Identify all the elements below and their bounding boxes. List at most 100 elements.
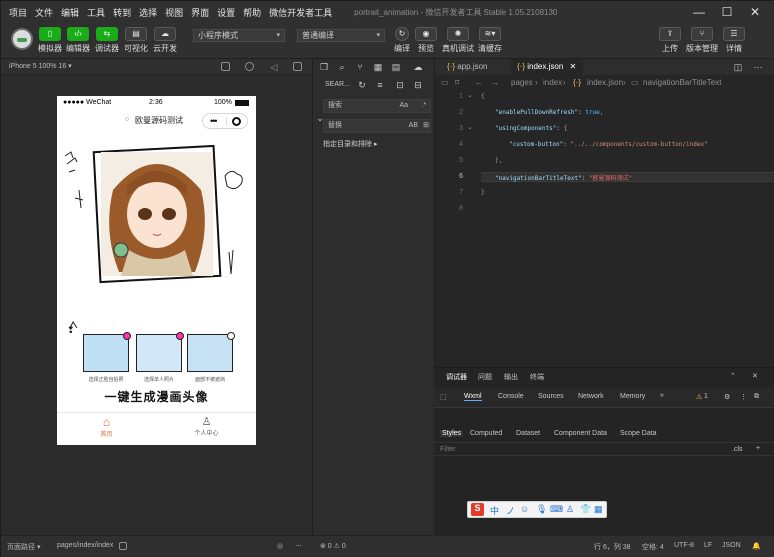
emoji-icon[interactable]: ☺ bbox=[520, 504, 529, 514]
more-tabs-icon[interactable]: » bbox=[660, 392, 664, 399]
tab-profile[interactable]: ♙ 个人中心 bbox=[157, 415, 256, 437]
user-icon[interactable]: ♙ bbox=[566, 504, 574, 515]
tab-problems[interactable]: 问题 bbox=[478, 372, 492, 382]
collapse-icon[interactable]: ⊟ bbox=[413, 80, 423, 90]
keyboard-icon[interactable]: ⌨ bbox=[550, 504, 563, 515]
sample-photo-3[interactable] bbox=[187, 332, 235, 372]
add-style-button[interactable]: + bbox=[756, 445, 760, 452]
menu-interface[interactable]: 界面 bbox=[191, 6, 209, 19]
close-icon[interactable]: ✕ bbox=[570, 62, 577, 71]
exit-icon[interactable] bbox=[232, 117, 241, 126]
volume-icon[interactable]: ◁ bbox=[269, 62, 279, 72]
tab-terminal[interactable]: 终端 bbox=[530, 372, 544, 382]
back-arrow-icon[interactable]: ← bbox=[475, 75, 483, 91]
menu-project[interactable]: 项目 bbox=[9, 6, 27, 19]
new-search-icon[interactable]: ⊡ bbox=[395, 80, 405, 90]
cloud-dev-button[interactable]: ☁ 云开发 bbox=[152, 27, 178, 57]
cloud-icon[interactable]: ☁ bbox=[413, 62, 423, 72]
more-icon[interactable]: ⋯ bbox=[295, 542, 302, 550]
copy-icon[interactable] bbox=[119, 542, 127, 550]
more-icon[interactable]: ⋯ bbox=[753, 62, 763, 72]
replace-input[interactable]: 替换 AB ⊞ bbox=[323, 119, 431, 133]
replace-all-icon[interactable]: ⊞ bbox=[423, 120, 429, 132]
clear-cache-button[interactable]: ≋▾ 清缓存 bbox=[477, 27, 503, 57]
generate-title[interactable]: 一键生成漫画头像 bbox=[57, 388, 256, 405]
more-icon[interactable]: ⋮ bbox=[740, 393, 747, 401]
source-control-icon[interactable]: ⑂ bbox=[355, 62, 365, 72]
search-icon[interactable]: ⌕ bbox=[337, 62, 347, 72]
regex-icon[interactable]: .* bbox=[421, 100, 426, 112]
record-icon[interactable] bbox=[245, 62, 254, 71]
maximize-icon[interactable]: ☐ bbox=[713, 3, 741, 21]
tab-output[interactable]: 输出 bbox=[504, 372, 518, 382]
problems-count[interactable]: ⊗ 0 ⚠ 0 bbox=[320, 542, 346, 550]
extensions-icon[interactable]: ▦ bbox=[373, 62, 383, 72]
menu-edit[interactable]: 编辑 bbox=[61, 6, 79, 19]
refresh-icon[interactable]: ↻ bbox=[357, 80, 367, 90]
fold-icon[interactable]: ⌄ bbox=[467, 91, 473, 99]
dock-icon[interactable]: ⧉ bbox=[754, 393, 759, 401]
breadcrumb-item[interactable]: index.json bbox=[587, 75, 623, 91]
tab-scope-data[interactable]: Scope Data bbox=[620, 430, 657, 437]
tab-memory[interactable]: Memory bbox=[620, 393, 645, 400]
breadcrumb-item[interactable]: index bbox=[543, 75, 562, 91]
breadcrumb-item[interactable]: navigationBarTitleText bbox=[643, 75, 721, 91]
close-icon[interactable] bbox=[227, 332, 235, 340]
cursor-position[interactable]: 行 6，列 38 bbox=[594, 542, 631, 552]
clear-results-icon[interactable]: ≡ bbox=[375, 80, 385, 90]
details-button[interactable]: ☰ 详情 bbox=[721, 27, 747, 57]
tab-sources[interactable]: Sources bbox=[538, 393, 564, 400]
bell-icon[interactable]: 🔔 bbox=[752, 542, 761, 550]
skin-icon[interactable]: 👕 bbox=[580, 504, 591, 515]
close-icon[interactable]: ✕ bbox=[752, 372, 758, 380]
close-icon[interactable] bbox=[176, 332, 184, 340]
preserve-case-toggle[interactable]: AB bbox=[409, 120, 418, 132]
chevron-up-icon[interactable]: ⌃ bbox=[730, 372, 736, 380]
phone-frame-icon[interactable] bbox=[221, 62, 230, 71]
eye-icon[interactable]: ◎ bbox=[277, 542, 283, 550]
encoding[interactable]: UTF-8 bbox=[674, 542, 694, 549]
avatar[interactable] bbox=[11, 28, 33, 50]
tab-component-data[interactable]: Component Data bbox=[554, 430, 607, 437]
files-icon[interactable]: ❐ bbox=[319, 62, 329, 72]
bookmark-icon[interactable]: ⌑ bbox=[455, 75, 459, 91]
ime-mode[interactable]: 中 bbox=[490, 504, 499, 517]
more-icon[interactable]: ••• bbox=[210, 116, 218, 126]
popout-icon[interactable] bbox=[293, 62, 302, 71]
language-mode[interactable]: JSON bbox=[722, 542, 741, 549]
toolbox-icon[interactable]: ▦ bbox=[594, 504, 603, 515]
file-icon[interactable]: ▭ bbox=[441, 75, 449, 91]
gear-icon[interactable]: ⚙ bbox=[724, 393, 730, 401]
upload-button[interactable]: ⇪ 上传 bbox=[657, 27, 683, 57]
menu-goto[interactable]: 转到 bbox=[113, 6, 131, 19]
breadcrumb-item[interactable]: pages bbox=[511, 75, 533, 91]
tab-computed[interactable]: Computed bbox=[470, 430, 502, 437]
warning-icon[interactable]: ⚠ bbox=[696, 393, 702, 401]
include-exclude-toggle[interactable]: 指定目录和排除 ▸ bbox=[323, 139, 377, 149]
menu-file[interactable]: 文件 bbox=[35, 6, 53, 19]
split-editor-icon[interactable]: ◫ bbox=[733, 62, 743, 72]
filter-input[interactable]: Filter bbox=[440, 446, 456, 453]
menu-help[interactable]: 帮助 bbox=[243, 6, 261, 19]
close-icon[interactable]: ✕ bbox=[741, 3, 769, 21]
inspect-icon[interactable]: ⬚ bbox=[440, 393, 447, 401]
cls-toggle[interactable]: .cls bbox=[732, 446, 743, 453]
menu-tools[interactable]: 工具 bbox=[87, 6, 105, 19]
page-path-label[interactable]: 页面路径 ▾ bbox=[7, 542, 40, 552]
tab-debugger[interactable]: 调试器 bbox=[446, 372, 467, 382]
tab-app-json[interactable]: {·} app.json bbox=[441, 59, 509, 75]
minimize-icon[interactable]: — bbox=[685, 3, 713, 21]
forward-arrow-icon[interactable]: → bbox=[491, 75, 499, 91]
tab-styles[interactable]: Styles bbox=[440, 430, 464, 437]
search-input[interactable]: 搜索 Aa .* bbox=[323, 99, 431, 113]
sample-photo-2[interactable] bbox=[136, 332, 184, 372]
mic-icon[interactable]: 🎙 bbox=[536, 504, 547, 515]
menu-view[interactable]: 视图 bbox=[165, 6, 183, 19]
tab-home[interactable]: ⌂ 首页 bbox=[57, 415, 156, 438]
device-select[interactable]: iPhone 5 100% 16 ▾ bbox=[9, 62, 72, 70]
tab-network[interactable]: Network bbox=[578, 393, 604, 400]
sample-photo-1[interactable] bbox=[83, 332, 131, 372]
version-button[interactable]: ⑂ 版本管理 bbox=[686, 27, 718, 57]
capsule-button[interactable]: ••• bbox=[202, 113, 248, 129]
tab-index-json[interactable]: {·} index.json ✕ bbox=[511, 59, 583, 75]
